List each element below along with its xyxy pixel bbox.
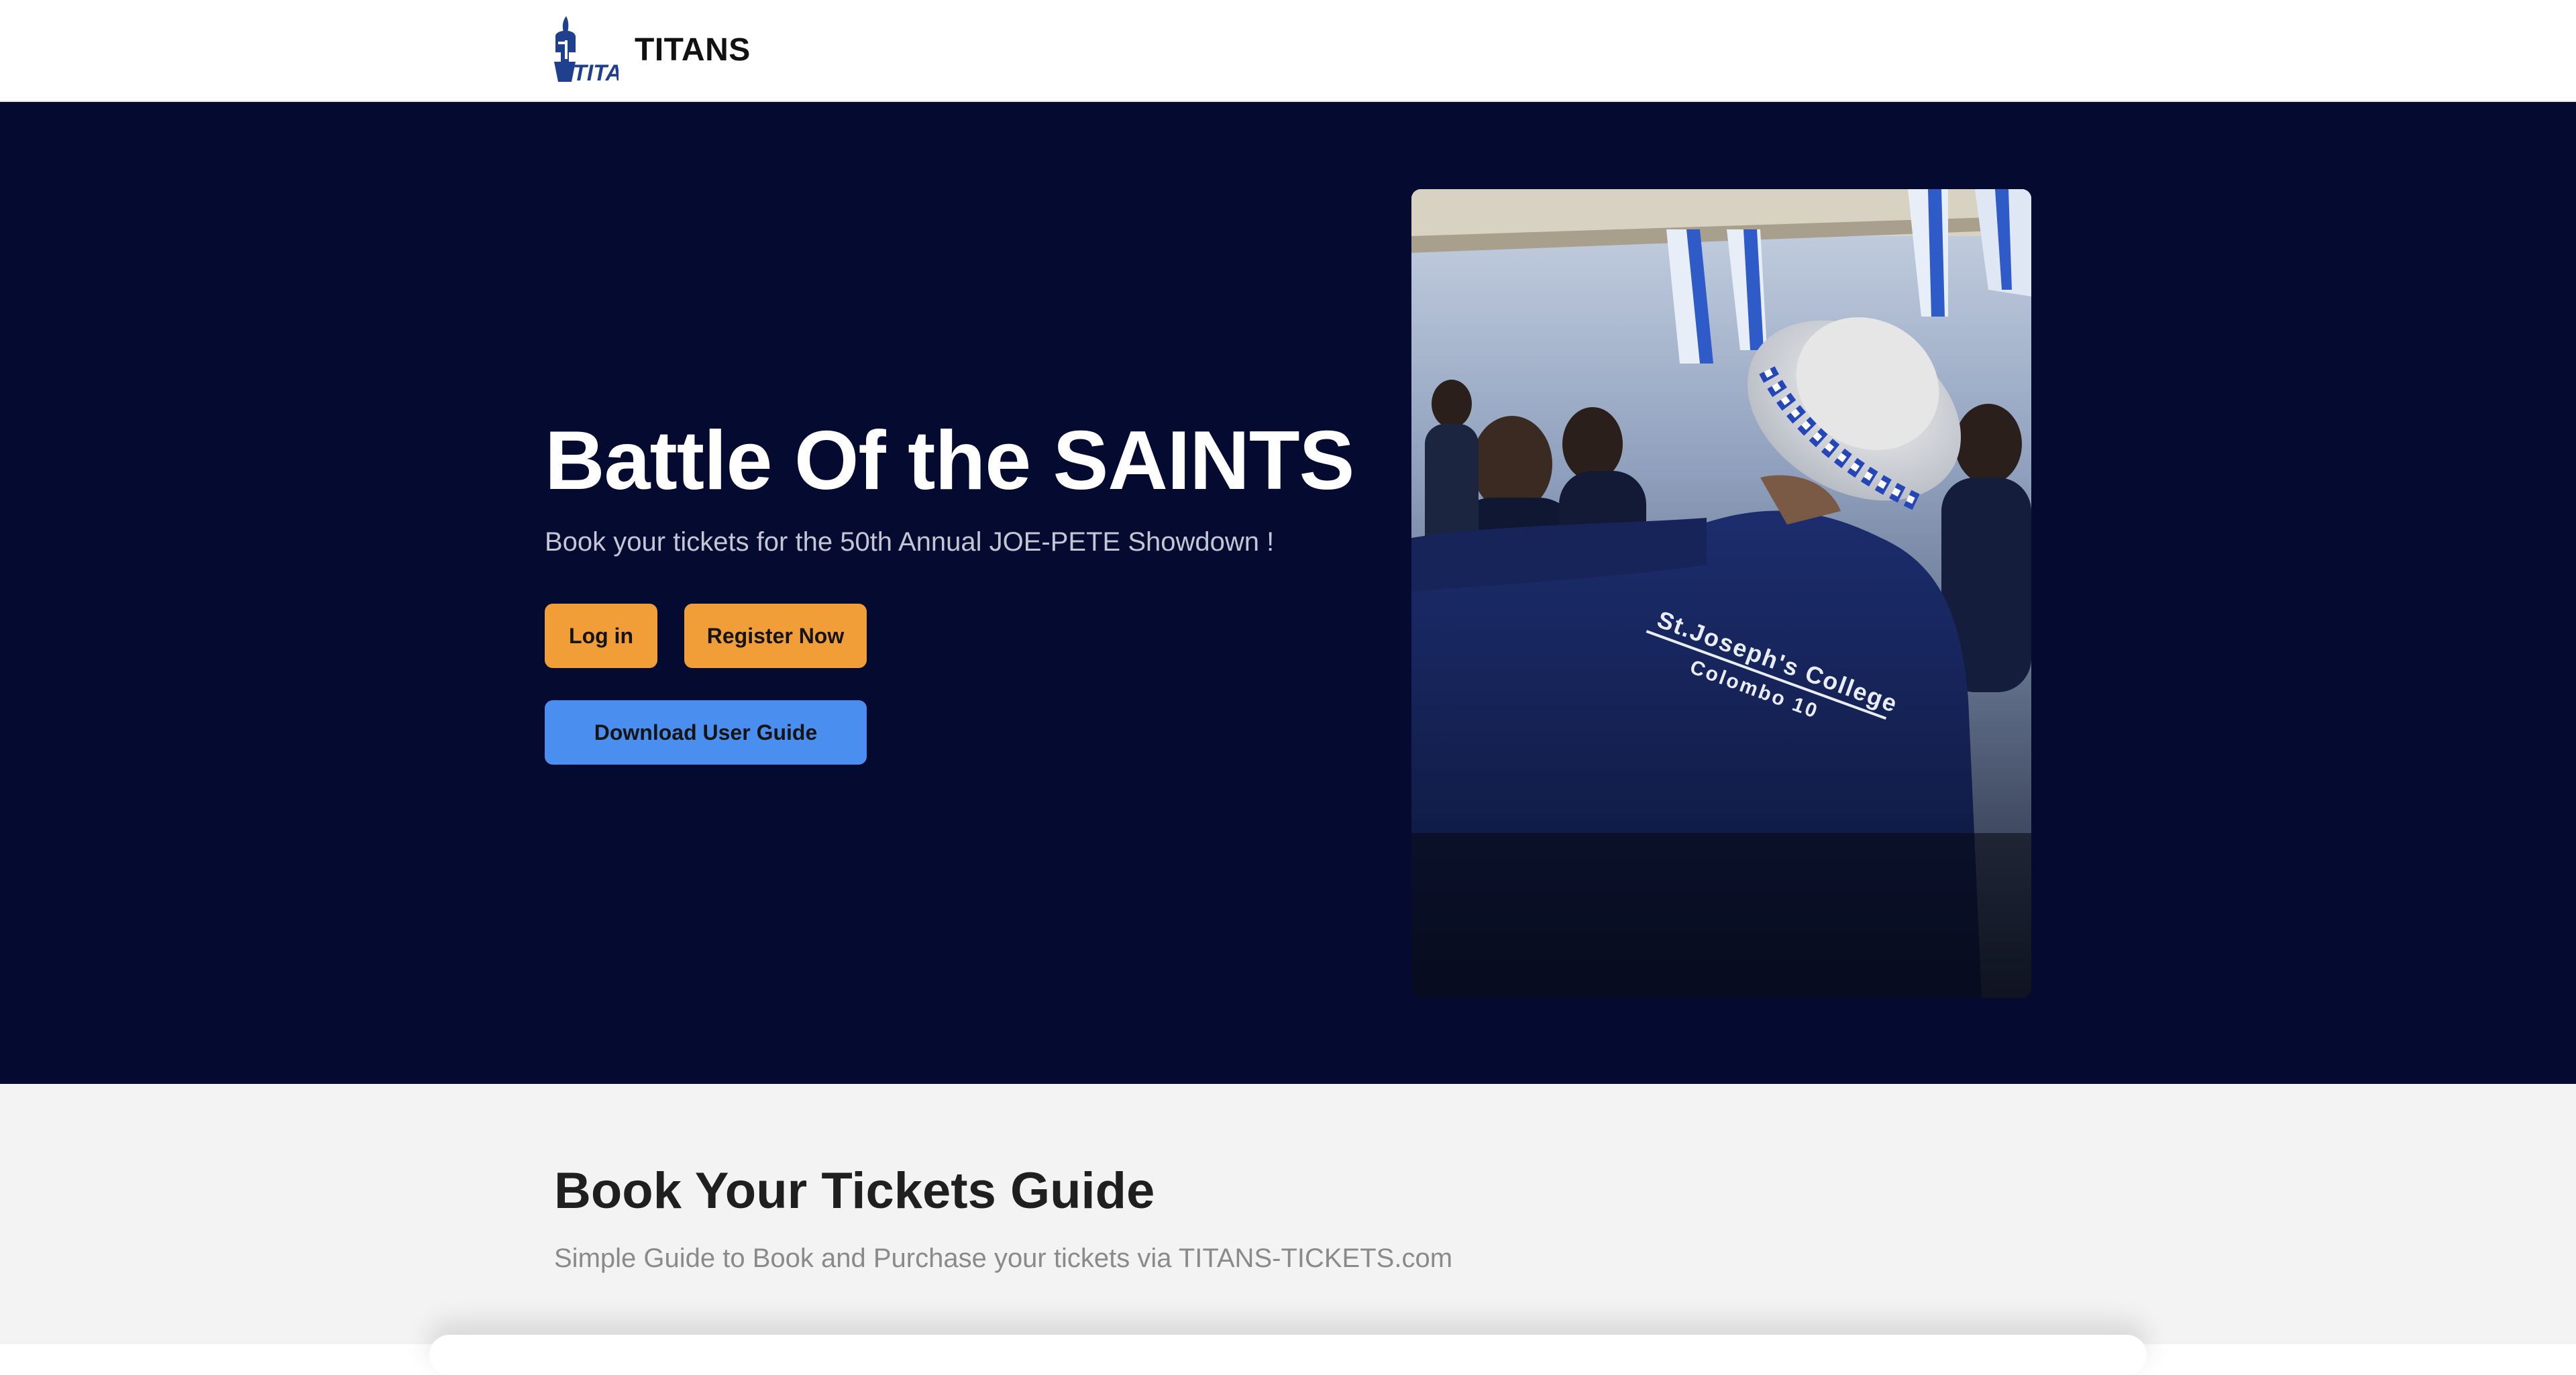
brand-name: TITANS [635, 32, 751, 68]
download-user-guide-button[interactable]: Download User Guide [545, 700, 867, 765]
hero-subtitle: Book your tickets for the 50th Annual JO… [545, 527, 1275, 557]
guide-card [429, 1335, 2147, 1375]
register-button[interactable]: Register Now [684, 604, 867, 668]
spartan-helmet-icon: TITANS [554, 16, 619, 86]
site-header: TITANS TITANS [0, 0, 2576, 102]
brand-link[interactable]: TITANS TITANS [549, 12, 751, 87]
guide-title: Book Your Tickets Guide [554, 1162, 1155, 1219]
fan-photo-image: St.Joseph's College Colombo 10 [1411, 189, 2031, 998]
svg-text:TITANS: TITANS [573, 60, 619, 86]
hero-title: Battle Of the SAINTS [545, 415, 1354, 507]
hero-section: Battle Of the SAINTS Book your tickets f… [0, 102, 2576, 1084]
hero-photo: St.Joseph's College Colombo 10 [1411, 189, 2031, 998]
guide-section: Book Your Tickets Guide Simple Guide to … [0, 1084, 2576, 1375]
guide-subtitle: Simple Guide to Book and Purchase your t… [554, 1244, 1453, 1273]
login-button[interactable]: Log in [545, 604, 657, 668]
